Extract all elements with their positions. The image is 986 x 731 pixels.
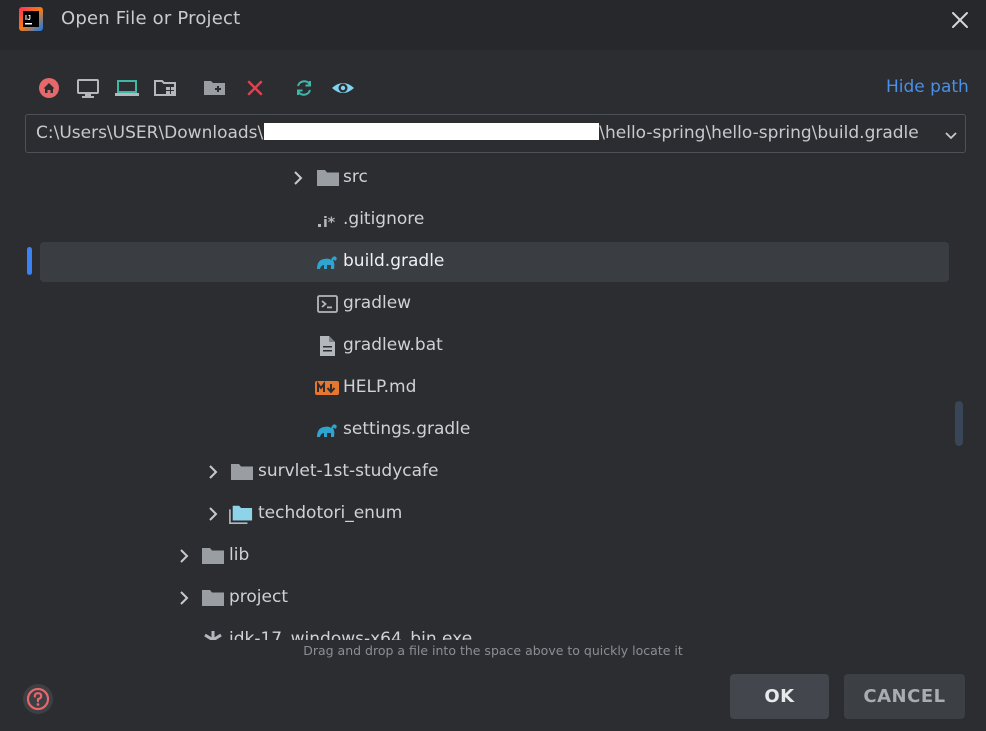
project-folder-button[interactable] <box>153 75 179 101</box>
tree-item-label: build.gradle <box>343 251 445 271</box>
new-folder-button[interactable] <box>202 75 228 101</box>
desktop-button[interactable] <box>75 75 101 101</box>
ok-button[interactable]: OK <box>730 674 829 719</box>
svg-text:IJ: IJ <box>25 15 31 22</box>
hide-path-link[interactable]: Hide path <box>886 77 969 97</box>
close-icon[interactable] <box>946 6 974 34</box>
folder-icon <box>202 548 224 564</box>
tree-row-survlet[interactable]: survlet-1st-studycafe <box>40 452 949 492</box>
path-prefix: C:\Users\USER\Downloads\ <box>36 123 264 143</box>
path-suffix: \hello-spring\hello-spring\build.gradle <box>599 123 919 143</box>
tree-row-settings-gradle[interactable]: settings.gradle <box>40 410 949 450</box>
gitignore-icon: i* <box>318 215 336 231</box>
file-tree[interactable]: src i* .gitignore build.gradle gradlew g… <box>0 155 986 640</box>
tree-row-techdotori-enum[interactable]: techdotori_enum <box>40 494 949 534</box>
svg-text:i*: i* <box>323 215 336 231</box>
tree-row-gradlew-bat[interactable]: gradlew.bat <box>40 326 949 366</box>
tree-row-build-gradle[interactable]: build.gradle <box>40 242 949 282</box>
file-icon <box>320 336 335 356</box>
home-button[interactable] <box>36 75 62 101</box>
tree-row-src[interactable]: src <box>40 158 949 198</box>
tree-item-label: settings.gradle <box>343 419 471 439</box>
desktop-icon <box>77 79 99 98</box>
tree-item-label: src <box>343 167 368 187</box>
terminal-icon <box>317 295 338 313</box>
title-bar: IJ Open File or Project <box>0 0 986 50</box>
new-folder-icon <box>204 81 225 95</box>
tree-row-lib[interactable]: lib <box>40 536 949 576</box>
intellij-logo-icon: IJ <box>19 7 43 31</box>
project-folder-icon <box>154 80 176 96</box>
gradle-icon <box>317 256 337 269</box>
tree-item-label: .gitignore <box>343 209 425 229</box>
eye-icon <box>332 83 354 93</box>
tree-scrollbar-thumb[interactable] <box>955 401 963 446</box>
help-icon[interactable] <box>22 683 54 715</box>
cancel-button[interactable]: CANCEL <box>844 674 965 719</box>
redaction-block <box>264 123 599 140</box>
folder-icon <box>202 590 224 606</box>
tree-item-label: HELP.md <box>343 377 417 397</box>
laptop-icon <box>115 80 139 96</box>
delete-icon <box>247 80 263 96</box>
tree-item-label: lib <box>229 545 250 565</box>
home-icon <box>39 78 59 98</box>
path-input[interactable]: C:\Users\USER\Downloads\ \hello-spring\he… <box>25 114 966 153</box>
window-title: Open File or Project <box>61 8 241 29</box>
refresh-button[interactable] <box>291 75 317 101</box>
tree-row-jdk-exe[interactable]: jdk-17_windows-x64_bin.exe <box>40 620 949 640</box>
delete-button[interactable] <box>242 75 268 101</box>
gradle-icon <box>317 424 337 437</box>
tree-row-gitignore[interactable]: i* .gitignore <box>40 200 949 240</box>
laptop-button[interactable] <box>114 75 140 101</box>
chevron-right-icon[interactable] <box>177 590 191 606</box>
refresh-icon <box>297 80 311 96</box>
tree-item-label: jdk-17_windows-x64_bin.exe <box>229 629 473 640</box>
tree-row-project[interactable]: project <box>40 578 949 618</box>
folder-icon <box>231 464 253 480</box>
chevron-right-icon[interactable] <box>291 170 305 186</box>
markdown-icon <box>315 381 339 395</box>
chevron-right-icon[interactable] <box>206 506 220 522</box>
chevron-down-icon[interactable] <box>943 127 959 143</box>
show-hidden-button[interactable] <box>330 75 356 101</box>
tree-item-label: survlet-1st-studycafe <box>258 461 439 481</box>
tree-item-label: gradlew <box>343 293 412 313</box>
module-folder-icon <box>229 505 253 525</box>
tree-item-label: techdotori_enum <box>258 503 403 523</box>
tree-row-gradlew[interactable]: gradlew <box>40 284 949 324</box>
tree-item-label: project <box>229 587 289 607</box>
chevron-right-icon[interactable] <box>177 548 191 564</box>
drag-drop-hint: Drag and drop a file into the space abov… <box>303 643 683 658</box>
tree-row-help-md[interactable]: HELP.md <box>40 368 949 408</box>
folder-icon <box>317 170 339 186</box>
tree-item-label: gradlew.bat <box>343 335 443 355</box>
exe-icon <box>204 631 222 640</box>
chevron-right-icon[interactable] <box>206 464 220 480</box>
